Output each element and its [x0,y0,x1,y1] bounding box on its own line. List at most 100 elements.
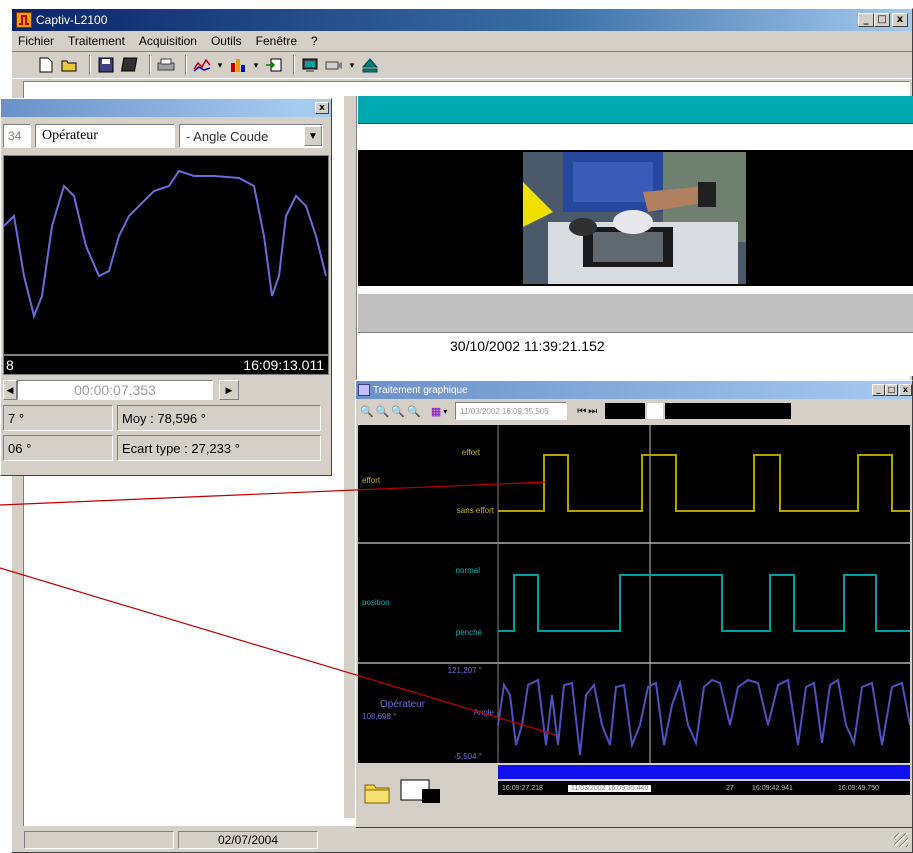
channel-close-button[interactable]: x [315,102,329,114]
channel-window-titlebar[interactable]: x [1,99,331,117]
duration-field[interactable]: 00:00:07.353 [17,380,213,400]
zoom-in-icon[interactable]: 🔍 [360,405,374,418]
graph-maximize-button[interactable]: □ [885,384,898,396]
graph-toolbar-white-field [647,403,664,419]
timeline-label-3: 16:09:42.941 [752,784,793,792]
angle-curve-plot [3,169,327,320]
channel-window: x 34 Opérateur - Angle Coude ▼ 8 16:09:1… [0,98,332,476]
toolbar-separator [89,55,91,75]
menu-fichier[interactable]: Fichier [18,34,54,48]
timeline-area: 16:09:27.218 11/03/2002 16:09:35.440 27 … [498,765,910,823]
chart-line-icon[interactable] [192,55,212,75]
scroll-right-button[interactable]: ▶ [219,380,239,400]
camera-icon[interactable] [324,55,344,75]
video-timestamp: 30/10/2002 11:39:21.152 [450,337,605,354]
graph-window: Traitement graphique _ □ x 🔍 🔍 🔍 🔍 ▦ ▾ 1… [355,380,913,828]
menu-help[interactable]: ? [311,34,318,48]
track2-name: position [362,598,390,607]
stat-min: 7 ° [3,405,113,431]
stat-std: Ecart type : 27,233 ° [117,435,321,461]
video-white-strip [358,124,913,150]
print-icon[interactable] [156,55,176,75]
channel-scroll-row: ◀ 00:00:07.353 ▶ [1,375,331,405]
timeline-label-4: 16:09:49.750 [838,784,879,792]
menu-fenetre[interactable]: Fenêtre [256,34,297,48]
menu-bar: Fichier Traitement Acquisition Outils Fe… [12,31,912,51]
minimize-button[interactable]: _ [858,13,874,27]
track3-signal-name: Angle [474,708,495,717]
channel-time-left: 8 [6,357,14,373]
scroll-left-button[interactable]: ◀ [3,380,17,400]
chart-type-icon[interactable]: ▦ [431,405,441,418]
timeline-blue-bar[interactable] [498,765,910,779]
export-icon[interactable] [264,55,284,75]
chevron-down-icon[interactable]: ▾ [443,407,447,416]
close-button[interactable]: x [892,13,908,27]
graph-window-titlebar[interactable]: Traitement graphique _ □ x [356,381,912,399]
new-file-icon[interactable] [36,55,56,75]
app-logo-icon [16,12,32,28]
zoom-out-icon[interactable]: 🔍 [376,405,390,418]
channel-header-row: 34 Opérateur - Angle Coude ▼ [1,117,331,155]
zoom-y-icon[interactable]: 🔍 [407,405,421,418]
chevron-down-icon[interactable]: ▾ [348,55,356,75]
track2-top-label: normal [456,566,481,575]
track3-min: -5,504 ° [454,752,482,761]
track2-signal [498,574,910,632]
status-bar: 02/07/2004 [14,829,910,851]
sensor-icon[interactable] [300,55,320,75]
folder-icon[interactable] [364,780,390,809]
graph-window-title: Traitement graphique [373,384,468,396]
skip-start-icon[interactable]: ⏮ [577,406,586,417]
graph-time-field[interactable]: 11/03/2002 16:09:35.505 [455,402,568,420]
maximize-button[interactable]: □ [874,13,890,27]
worker-video-frame [523,152,746,284]
graph-window-icon [358,384,370,396]
channel-graph [3,155,329,355]
track1-name: effort [362,476,381,485]
save-icon[interactable] [96,55,116,75]
graph-area: effort effort sans effort normal positio… [358,425,911,763]
stat-max: 06 ° [3,435,113,461]
open-folder-icon[interactable] [60,55,80,75]
track1-signal [498,454,910,512]
channel-value-field[interactable]: 34 [3,124,31,148]
track2-bottom-label: penché [456,628,483,637]
track3-name: Opérateur [380,699,426,710]
color-swatch-icon[interactable] [400,779,448,810]
toolbar: ▾ ▾ ▾ [12,51,912,79]
channel-dropdown[interactable]: - Angle Coude ▼ [179,124,323,148]
zoom-x-icon[interactable]: 🔍 [391,405,405,418]
video-image [523,152,746,284]
status-cell-empty [24,831,174,849]
main-titlebar[interactable]: Captiv-L2100 _ □ x [12,9,912,31]
video-timestamp-bar: 30/10/2002 11:39:21.152 [358,332,913,358]
track1-bottom-label: sans effort [457,506,495,515]
save-all-icon[interactable] [120,55,140,75]
chevron-down-icon[interactable]: ▾ [216,55,224,75]
timeline-labels: 16:09:27.218 11/03/2002 16:09:35.440 27 … [498,781,910,795]
chevron-down-icon[interactable]: ▾ [252,55,260,75]
channel-time-bar: 8 16:09:13.011 [3,355,329,375]
graph-close-button[interactable]: x [899,384,912,396]
toolbar-separator [185,55,187,75]
stat-mean: Moy : 78,596 ° [117,405,321,431]
dropdown-arrow-icon[interactable]: ▼ [304,126,322,146]
skip-end-icon[interactable]: ⏭ [588,406,597,417]
status-date: 02/07/2004 [178,831,318,849]
app-title: Captiv-L2100 [36,13,108,27]
video-gray-strip [358,294,913,332]
menu-traitement[interactable]: Traitement [68,34,125,48]
tracks-plot: effort effort sans effort normal positio… [358,425,911,763]
graph-minimize-button[interactable]: _ [872,384,885,396]
resize-grip-icon[interactable] [894,833,908,847]
menu-outils[interactable]: Outils [211,34,242,48]
track3-signal [497,678,911,756]
menu-acquisition[interactable]: Acquisition [139,34,197,48]
video-header-bar [358,96,913,124]
track3-mid: 108,698 ° [362,712,396,721]
graph-bottom-left [358,765,498,823]
eject-icon[interactable] [360,55,380,75]
chart-bar-icon[interactable] [228,55,248,75]
graph-bottom-row: 16:09:27.218 11/03/2002 16:09:35.440 27 … [358,765,910,823]
